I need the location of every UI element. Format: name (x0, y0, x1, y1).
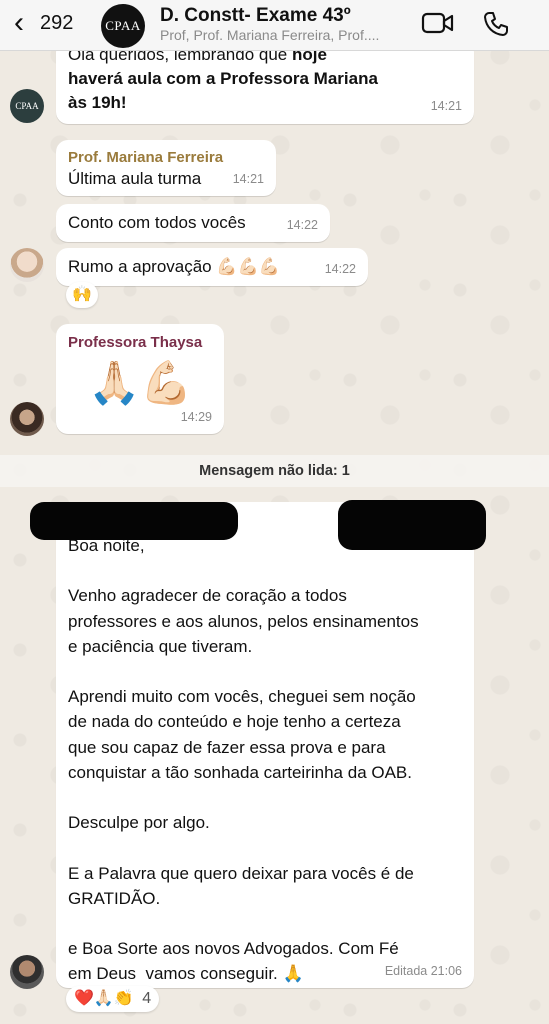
message-time: 14:22 (286, 218, 318, 232)
back-chevron-icon[interactable]: ‹ (14, 8, 24, 38)
message-text: Conto com todos vocês (68, 213, 246, 232)
message-time: Editada 21:06 (384, 964, 462, 978)
message-time: 14:29 (180, 410, 212, 424)
message-bubble[interactable]: Rumo a aprovação 💪🏻💪🏻💪🏻 14:22 (56, 248, 368, 286)
message-reaction[interactable]: 🙌 (66, 282, 98, 308)
video-call-icon[interactable] (421, 10, 455, 36)
sender-avatar-mariana[interactable] (10, 248, 44, 282)
phone-call-icon[interactable] (483, 11, 509, 37)
message-text: Boa noite, Venho agradecer de coração a … (68, 536, 419, 984)
reaction-count: 4 (142, 990, 152, 1007)
message-text: Última aula turma (68, 169, 202, 188)
message-emoji: 🙏🏻💪🏻 (88, 359, 193, 406)
message-time: 14:22 (324, 262, 356, 276)
group-title[interactable]: D. Constt- Exame 43º (160, 5, 351, 27)
message-bubble[interactable]: Prof. Mariana Ferreira Última aula turma… (56, 140, 276, 196)
redaction-block (338, 500, 486, 550)
message-bubble[interactable]: Conto com todos vocês 14:22 (56, 204, 330, 242)
message-time: 14:21 (430, 99, 462, 113)
unread-messages-divider: Mensagem não lida: 1 (0, 455, 549, 487)
message-bubble[interactable]: Professora Thaysa 🙏🏻💪🏻 14:29 (56, 324, 224, 434)
message-bubble[interactable]: Olá queridos, lembrando que hoje haverá … (56, 40, 474, 124)
message-time: 14:21 (232, 172, 264, 186)
group-avatar[interactable]: CPAA (101, 4, 145, 48)
reaction-emojis: ❤️🙏🏻👏 (74, 990, 134, 1007)
message-text: Olá queridos, lembrando que hoje haverá … (68, 45, 378, 112)
sender-name[interactable]: Professora Thaysa (68, 331, 202, 355)
sender-avatar-student[interactable] (10, 955, 44, 989)
back-count[interactable]: 292 (40, 12, 73, 35)
message-reactions[interactable]: ❤️🙏🏻👏 4 (66, 986, 160, 1012)
sender-avatar-thaysa[interactable] (10, 402, 44, 436)
group-members[interactable]: Prof, Prof. Mariana Ferreira, Prof.... (160, 27, 410, 43)
message-bubble[interactable]: Boa noite, Venho agradecer de coração a … (56, 502, 474, 988)
sender-avatar-cpaa[interactable]: CPAA (10, 89, 44, 123)
chat-header: ‹ 292 CPAA D. Constt- Exame 43º Prof, Pr… (0, 0, 549, 51)
message-text: Rumo a aprovação 💪🏻💪🏻💪🏻 (68, 257, 280, 276)
redaction-block (30, 502, 238, 540)
